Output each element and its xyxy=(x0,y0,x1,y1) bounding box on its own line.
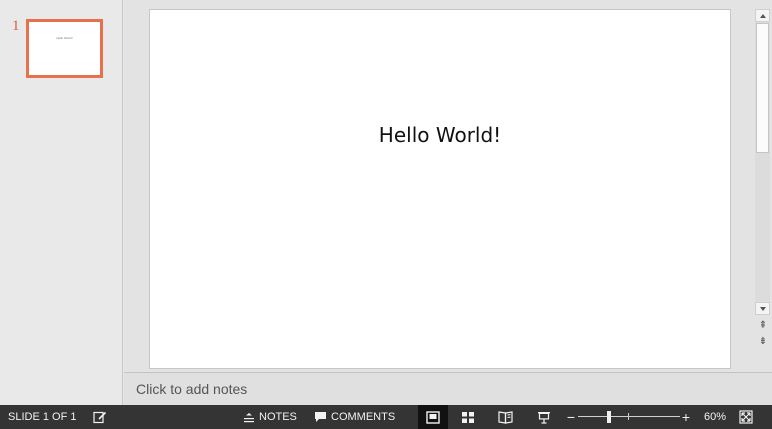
scrollbar-thumb[interactable] xyxy=(756,23,769,153)
double-chevron-up-icon: ⇞ xyxy=(758,320,768,331)
notes-icon xyxy=(244,412,254,422)
slide-thumbnail-number: 1 xyxy=(12,18,20,34)
vertical-scrollbar[interactable] xyxy=(755,9,770,315)
status-bar: SLIDE 1 OF 1 NOTES COMMENTS − + 60% xyxy=(0,405,772,429)
double-chevron-down-icon: ⇟ xyxy=(758,336,768,347)
slide-show-button[interactable] xyxy=(534,405,554,429)
notes-toggle-button[interactable]: NOTES xyxy=(243,405,297,429)
normal-view-button[interactable] xyxy=(418,405,448,429)
slide-title-textbox[interactable]: Hello World! xyxy=(150,123,730,147)
notes-pane[interactable]: Click to add notes xyxy=(124,372,772,405)
slide-editing-area: Hello World! xyxy=(124,0,772,372)
scroll-up-icon xyxy=(759,13,766,18)
slide-show-icon xyxy=(538,411,550,424)
reading-view-icon xyxy=(497,410,513,424)
scroll-down-button[interactable] xyxy=(755,302,770,315)
slide-thumbnail-title: Hello World! xyxy=(56,36,73,40)
slide-sorter-icon xyxy=(462,411,474,423)
zoom-slider-thumb[interactable] xyxy=(607,411,611,423)
comments-toggle-button[interactable]: COMMENTS xyxy=(314,405,395,429)
previous-slide-button[interactable]: ⇞ xyxy=(757,320,769,332)
minus-icon: − xyxy=(566,409,576,425)
zoom-slider-center-mark xyxy=(628,413,629,420)
normal-view-icon xyxy=(426,410,440,424)
spell-check-icon xyxy=(93,411,107,423)
zoom-in-button[interactable]: + xyxy=(681,405,691,429)
spell-check-button[interactable] xyxy=(92,405,108,429)
slide-thumbnail-pane: 1 Hello World! xyxy=(0,0,123,405)
scroll-down-icon xyxy=(759,306,766,311)
comments-label: COMMENTS xyxy=(331,411,396,423)
reading-view-button[interactable] xyxy=(495,405,515,429)
slide-counter[interactable]: SLIDE 1 OF 1 xyxy=(8,405,76,429)
slide-sorter-button[interactable] xyxy=(458,405,478,429)
notes-label: NOTES xyxy=(259,411,297,423)
next-slide-button[interactable]: ⇟ xyxy=(757,336,769,348)
zoom-level[interactable]: 60% xyxy=(704,405,726,429)
scroll-up-button[interactable] xyxy=(755,9,770,22)
plus-icon: + xyxy=(681,409,691,425)
fit-slide-button[interactable] xyxy=(738,405,754,429)
zoom-slider-track xyxy=(578,416,680,417)
fit-slide-icon xyxy=(739,410,753,424)
slide-canvas[interactable]: Hello World! xyxy=(149,9,731,369)
zoom-slider[interactable] xyxy=(578,405,680,429)
notes-placeholder[interactable]: Click to add notes xyxy=(136,381,247,397)
zoom-out-button[interactable]: − xyxy=(566,405,576,429)
comment-icon xyxy=(315,412,326,422)
slide-thumbnail[interactable]: Hello World! xyxy=(26,19,103,78)
